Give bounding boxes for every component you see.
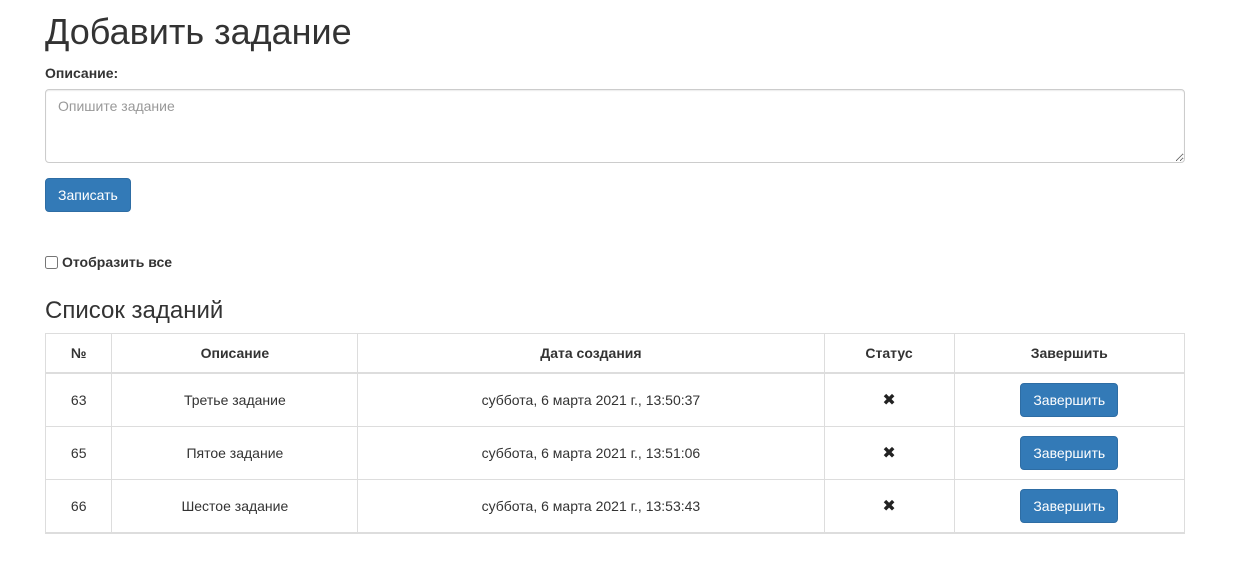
show-all-label[interactable]: Отобразить все — [62, 254, 172, 270]
column-header-number: № — [44, 333, 113, 374]
task-description: Третье задание — [111, 372, 359, 427]
finish-button[interactable]: Завершить — [1020, 436, 1119, 470]
page-title: Добавить задание — [45, 11, 352, 52]
table-row: 63 Третье задание суббота, 6 марта 2021 … — [44, 372, 1186, 427]
tasks-table: № Описание Дата создания Статус Завершит… — [44, 333, 1186, 534]
task-created: суббота, 6 марта 2021 г., 13:53:43 — [357, 479, 825, 534]
finish-button[interactable]: Завершить — [1020, 489, 1119, 523]
task-description: Шестое задание — [111, 479, 359, 534]
task-description: Пятое задание — [111, 426, 359, 480]
show-all-row: Отобразить все — [45, 252, 1185, 272]
column-header-finish: Завершить — [953, 333, 1186, 374]
submit-button[interactable]: Записать — [45, 178, 131, 212]
task-action-cell: Завершить — [953, 479, 1186, 534]
task-status: ✖ — [823, 426, 955, 480]
cross-icon: ✖ — [882, 392, 896, 409]
task-action-cell: Завершить — [953, 372, 1186, 427]
table-row: 66 Шестое задание суббота, 6 марта 2021 … — [44, 479, 1186, 534]
task-created: суббота, 6 марта 2021 г., 13:50:37 — [357, 372, 825, 427]
task-id: 66 — [44, 479, 113, 534]
task-id: 63 — [44, 372, 113, 427]
description-textarea[interactable] — [45, 89, 1185, 163]
column-header-description: Описание — [111, 333, 359, 374]
show-all-checkbox[interactable] — [45, 255, 58, 269]
column-header-status: Статус — [823, 333, 955, 374]
description-label: Описание: — [45, 65, 119, 81]
finish-button[interactable]: Завершить — [1020, 383, 1119, 417]
tasks-title: Список заданий — [45, 297, 224, 324]
task-created: суббота, 6 марта 2021 г., 13:51:06 — [357, 426, 825, 480]
task-action-cell: Завершить — [953, 426, 1186, 480]
cross-icon: ✖ — [882, 498, 896, 515]
task-status: ✖ — [823, 479, 955, 534]
page-container: Добавить задание Описание: Записать Отоб… — [44, 0, 1186, 534]
task-id: 65 — [44, 426, 113, 480]
task-status: ✖ — [823, 372, 955, 427]
table-row: 65 Пятое задание суббота, 6 марта 2021 г… — [44, 426, 1186, 480]
table-header-row: № Описание Дата создания Статус Завершит… — [44, 333, 1186, 374]
cross-icon: ✖ — [882, 445, 896, 462]
column-header-created: Дата создания — [357, 333, 825, 374]
